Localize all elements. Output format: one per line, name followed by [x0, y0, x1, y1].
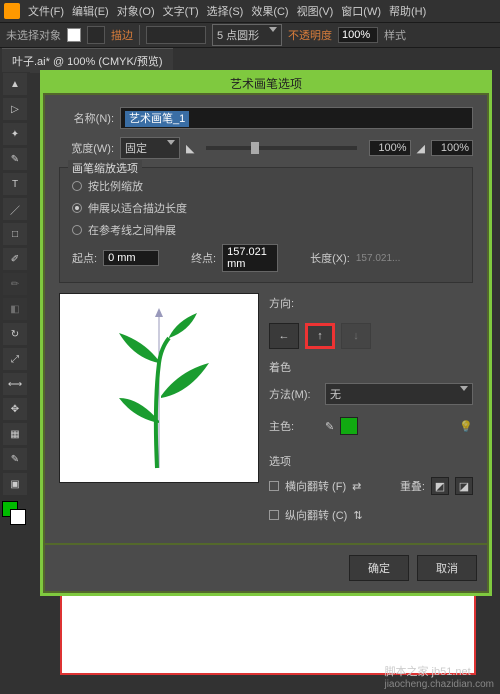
flip-h-icon: ⇄ [352, 480, 361, 493]
opacity-input[interactable] [338, 27, 378, 43]
stroke-swatch[interactable] [87, 26, 105, 44]
width-pct-1[interactable]: 100% [369, 140, 411, 156]
name-label: 名称(N): [59, 110, 114, 126]
style-label[interactable]: 样式 [384, 27, 406, 43]
line-tool-icon[interactable]: ／ [3, 198, 27, 220]
watermark: 脚本之家 jb51.net jiaocheng.chazidian.com [384, 663, 494, 690]
scale-options-group: 画笔缩放选项 按比例缩放 伸展以适合描边长度 在参考线之间伸展 起点: 0 mm… [59, 167, 473, 283]
start-label: 起点: [72, 250, 97, 266]
rotate-tool-icon[interactable]: ↻ [3, 323, 27, 345]
width-label: 宽度(W): [59, 140, 114, 156]
paintbrush-tool-icon[interactable]: ✐ [3, 248, 27, 270]
opacity-link[interactable]: 不透明度 [288, 27, 332, 43]
type-tool-icon[interactable]: T [3, 173, 27, 195]
scale-tool-icon[interactable]: ⤢ [3, 348, 27, 370]
menu-window[interactable]: 窗口(W) [341, 3, 381, 19]
overlap-option-1[interactable]: ◩ [431, 477, 449, 495]
stroke-profile-dropdown[interactable]: 5 点圆形 [212, 24, 282, 46]
slider-end-icon: ◢ [417, 142, 425, 155]
menu-bar: 文件(F) 编辑(E) 对象(O) 文字(T) 选择(S) 效果(C) 视图(V… [0, 0, 500, 22]
flip-v-icon: ⇅ [353, 509, 362, 522]
start-value[interactable]: 0 mm [103, 250, 159, 266]
magic-wand-tool-icon[interactable]: ✦ [3, 123, 27, 145]
end-value[interactable]: 157.021 mm [222, 244, 278, 272]
app-logo [4, 3, 20, 19]
direction-down-button[interactable]: ↓ [341, 323, 371, 349]
flip-vertical-checkbox[interactable]: 纵向翻转 (C) [269, 507, 347, 523]
cancel-button[interactable]: 取消 [417, 555, 477, 581]
toolbox: ▲ ▷ ✦ ✎ T ／ □ ✐ ✏ ◧ ↻ ⤢ ⟷ ✥ ▦ ✎ ▣ [2, 72, 30, 525]
ok-button[interactable]: 确定 [349, 555, 409, 581]
colorization-label: 着色 [269, 359, 473, 375]
width-pct-2[interactable]: 100% [431, 140, 473, 156]
radio-stretch-fit[interactable]: 伸展以适合描边长度 [72, 200, 460, 216]
eyedropper-icon[interactable]: ✎ [325, 420, 334, 433]
document-tabs: 叶子.ai* @ 100% (CMYK/预览) [0, 48, 500, 72]
menu-help[interactable]: 帮助(H) [389, 3, 426, 19]
tip-icon[interactable]: 💡 [459, 420, 473, 433]
stroke-link[interactable]: 描边 [111, 27, 133, 43]
rectangle-tool-icon[interactable]: □ [3, 223, 27, 245]
menu-object[interactable]: 对象(O) [117, 3, 155, 19]
name-input[interactable]: 艺术画笔_1 [120, 107, 473, 129]
overlap-option-2[interactable]: ◪ [455, 477, 473, 495]
eyedropper-tool-icon[interactable]: ✎ [3, 448, 27, 470]
scale-group-title: 画笔缩放选项 [68, 160, 142, 176]
end-label: 终点: [191, 250, 216, 266]
options-label: 选项 [269, 453, 473, 469]
width-slider[interactable] [206, 146, 356, 150]
artboard-tool-icon[interactable]: ▣ [3, 473, 27, 495]
menu-effect[interactable]: 效果(C) [251, 3, 288, 19]
flip-horizontal-checkbox[interactable]: 横向翻转 (F) [269, 478, 346, 494]
overlap-label: 重叠: [400, 478, 425, 494]
radio-stretch-guides[interactable]: 在参考线之间伸展 [72, 222, 460, 238]
menu-select[interactable]: 选择(S) [207, 3, 244, 19]
free-transform-tool-icon[interactable]: ✥ [3, 398, 27, 420]
pen-tool-icon[interactable]: ✎ [3, 148, 27, 170]
direction-left-button[interactable]: ← [269, 323, 299, 349]
method-label: 方法(M): [269, 386, 319, 402]
control-bar: 未选择对象 描边 5 点圆形 不透明度 样式 [0, 22, 500, 48]
color-swatches[interactable] [2, 501, 26, 525]
direction-up-button[interactable]: ↑ [305, 323, 335, 349]
dialog-title: 艺术画笔选项 [43, 73, 489, 93]
menu-type[interactable]: 文字(T) [163, 3, 199, 19]
art-brush-options-dialog: 艺术画笔选项 名称(N): 艺术画笔_1 宽度(W): 固定 ◣ 100% ◢ … [40, 70, 492, 596]
fill-swatch[interactable] [67, 28, 81, 42]
width-mode-dropdown[interactable]: 固定 [120, 137, 180, 159]
radio-proportional[interactable]: 按比例缩放 [72, 178, 460, 194]
selection-tool-icon[interactable]: ▲ [3, 73, 27, 95]
keycolor-label: 主色: [269, 418, 319, 434]
document-tab[interactable]: 叶子.ai* @ 100% (CMYK/预览) [2, 48, 173, 73]
brush-preview [59, 293, 259, 483]
menu-edit[interactable]: 编辑(E) [72, 3, 109, 19]
colorization-method-dropdown[interactable]: 无 [325, 383, 473, 405]
no-selection-label: 未选择对象 [6, 27, 61, 43]
pencil-tool-icon[interactable]: ✏ [3, 273, 27, 295]
menu-file[interactable]: 文件(F) [28, 3, 64, 19]
direct-selection-tool-icon[interactable]: ▷ [3, 98, 27, 120]
width-tool-icon[interactable]: ⟷ [3, 373, 27, 395]
eraser-tool-icon[interactable]: ◧ [3, 298, 27, 320]
menu-view[interactable]: 视图(V) [297, 3, 334, 19]
background-color[interactable] [10, 509, 26, 525]
slider-start-icon: ◣ [186, 142, 194, 155]
length-value: 157.021... [356, 253, 400, 264]
length-label: 长度(X): [310, 250, 350, 266]
gradient-tool-icon[interactable]: ▦ [3, 423, 27, 445]
keycolor-swatch[interactable] [340, 417, 358, 435]
direction-label: 方向: [269, 295, 473, 311]
brush-dropdown[interactable] [146, 26, 206, 44]
separator [139, 25, 140, 45]
